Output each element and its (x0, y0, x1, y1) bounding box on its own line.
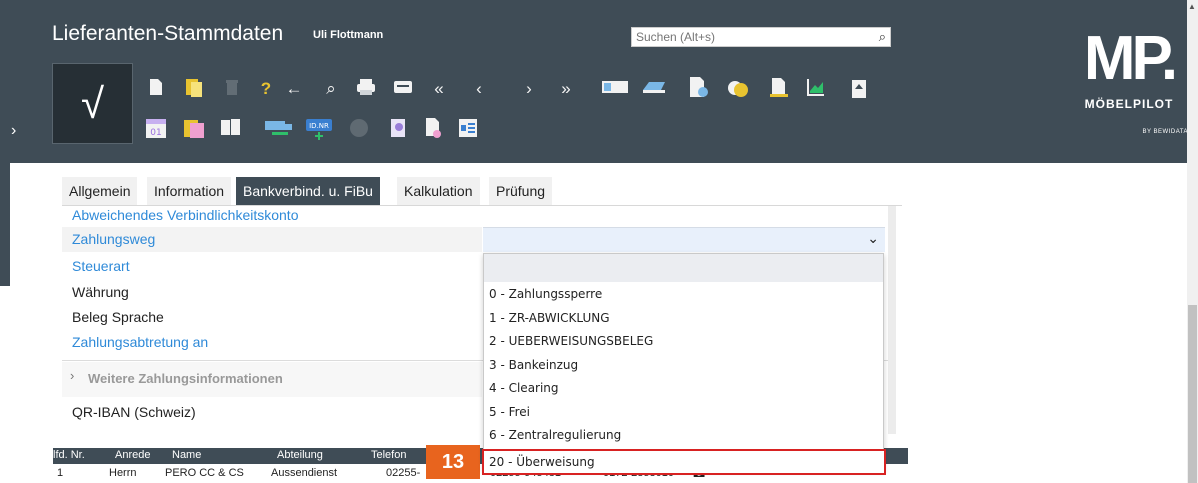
tab-kalkulation[interactable]: Kalkulation (397, 177, 480, 205)
user-name: Uli Flottmann (313, 29, 384, 41)
cell-phone: 02255- (386, 467, 421, 479)
cell-salutation: Herrn (109, 467, 137, 479)
zahlungsweg-dropdown: 0 - Zahlungssperre 1 - ZR-ABWICKLUNG 2 -… (482, 253, 886, 475)
cell-number: 1 (57, 467, 64, 479)
more-payment-info-toggle[interactable]: › Weitere Zahlungsinformationen (62, 362, 482, 397)
logo-mark: MP. (1083, 24, 1178, 93)
scrollbar-thumb[interactable] (1188, 305, 1197, 483)
document-icon[interactable] (422, 117, 444, 139)
print-list-icon[interactable] (392, 78, 414, 100)
person-document-icon[interactable] (388, 117, 410, 139)
label-waehrung: Währung (72, 284, 129, 300)
delivery-truck-icon[interactable] (640, 78, 670, 100)
dropdown-option[interactable]: 6 - Zentralregulierung (484, 423, 883, 447)
label-zahlungsabtretung[interactable]: Zahlungsabtretung an (72, 334, 208, 350)
dropdown-option[interactable]: 1 - ZR-ABWICKLUNG (484, 306, 883, 330)
column-header[interactable]: lfd. Nr. (53, 449, 85, 461)
chart-icon[interactable] (805, 77, 827, 99)
last-record-icon[interactable]: » (555, 78, 577, 100)
search-icon[interactable]: ⌕ (879, 29, 886, 45)
logo-byline: BY BEWIDATA (1142, 129, 1188, 135)
label-zahlungsweg[interactable]: Zahlungsweg (72, 231, 155, 247)
tab-bankverbindung-fibu[interactable]: Bankverbind. u. FiBu (236, 177, 380, 205)
form-scrollbar[interactable] (888, 206, 896, 434)
scroll-up-icon[interactable]: ▲ (1188, 2, 1196, 11)
side-panel-toggle[interactable] (0, 96, 10, 286)
label-steuerart[interactable]: Steuerart (72, 258, 130, 274)
logo-name: MÖBELPILOT (1084, 97, 1174, 111)
id-card-icon[interactable]: ID.NR (305, 115, 333, 140)
page-title: Lieferanten-Stammdaten (52, 22, 284, 45)
step-badge: 13 (426, 445, 480, 479)
delete-icon[interactable] (221, 78, 243, 100)
dropdown-option-empty[interactable] (484, 254, 883, 282)
help-icon[interactable]: ? (255, 78, 277, 100)
back-icon[interactable]: ← (283, 78, 305, 100)
new-document-icon[interactable] (145, 78, 167, 100)
tab-allgemein[interactable]: Allgemein (62, 177, 138, 205)
text-card-icon[interactable] (457, 117, 479, 139)
truck-icon[interactable] (264, 117, 294, 139)
next-record-icon[interactable]: › (518, 78, 540, 100)
print-icon[interactable] (355, 78, 377, 100)
cell-department: Aussendienst (271, 467, 338, 479)
folder-icon[interactable] (183, 117, 205, 139)
column-header[interactable]: Abteilung (277, 449, 323, 461)
chevron-right-icon[interactable]: › (70, 368, 74, 383)
dropdown-option[interactable]: 4 - Clearing (484, 376, 883, 400)
form-row-verbindlichkeitskonto: Abweichendes Verbindlichkeitskonto (62, 203, 888, 228)
dropdown-option[interactable]: 3 - Bankeinzug (484, 353, 883, 377)
copy-document-icon[interactable] (183, 78, 205, 100)
dropdown-option[interactable]: 5 - Frei (484, 400, 883, 424)
column-header[interactable]: Name (172, 449, 201, 461)
chevron-right-icon[interactable]: › (11, 122, 16, 140)
label-verbindlichkeitskonto[interactable]: Abweichendes Verbindlichkeitskonto (72, 207, 298, 223)
document-upload-icon[interactable] (768, 77, 790, 99)
message-icon[interactable] (600, 78, 630, 100)
previous-record-icon[interactable]: ‹ (468, 78, 490, 100)
chevron-down-icon[interactable]: ⌄ (867, 230, 879, 247)
calendar-icon[interactable]: 01 (145, 117, 167, 139)
documents-icon[interactable] (220, 117, 242, 139)
tab-pruefung[interactable]: Prüfung (489, 177, 553, 205)
search-icon[interactable]: ⌕ (320, 78, 342, 100)
document-person-icon[interactable] (685, 76, 711, 98)
dropdown-option[interactable]: 0 - Zahlungssperre (484, 282, 883, 306)
more-payment-info-label[interactable]: Weitere Zahlungsinformationen (88, 371, 283, 386)
tab-information[interactable]: Information (147, 177, 232, 205)
confirm-button[interactable]: √ (52, 63, 133, 144)
clipboard-upload-icon[interactable] (848, 77, 870, 99)
zahlungsweg-select[interactable]: ⌄ (483, 227, 885, 252)
dropdown-option[interactable]: 2 - UEBERWEISUNGSBELEG (484, 329, 883, 353)
disabled-circle-icon[interactable] (348, 117, 370, 139)
svg-text:ID.NR: ID.NR (309, 122, 329, 130)
page-scrollbar[interactable]: ▲ (1187, 0, 1198, 483)
svg-text:01: 01 (150, 128, 161, 138)
label-qr-iban: QR-IBAN (Schweiz) (72, 404, 196, 420)
search-box[interactable]: ⌕ (631, 27, 891, 47)
column-header[interactable]: Telefon (371, 449, 406, 461)
dropdown-option-highlighted[interactable]: 20 - Überweisung (482, 448, 886, 475)
label-beleg-sprache: Beleg Sprache (72, 309, 164, 325)
column-header[interactable]: Anrede (115, 449, 150, 461)
mobelpilot-logo: MP. MÖBELPILOT BY BEWIDATA (1070, 25, 1188, 145)
first-record-icon[interactable]: « (428, 78, 450, 100)
cell-name: PERO CC & CS (165, 467, 244, 479)
coins-icon[interactable] (725, 77, 751, 99)
search-input[interactable] (632, 28, 856, 46)
